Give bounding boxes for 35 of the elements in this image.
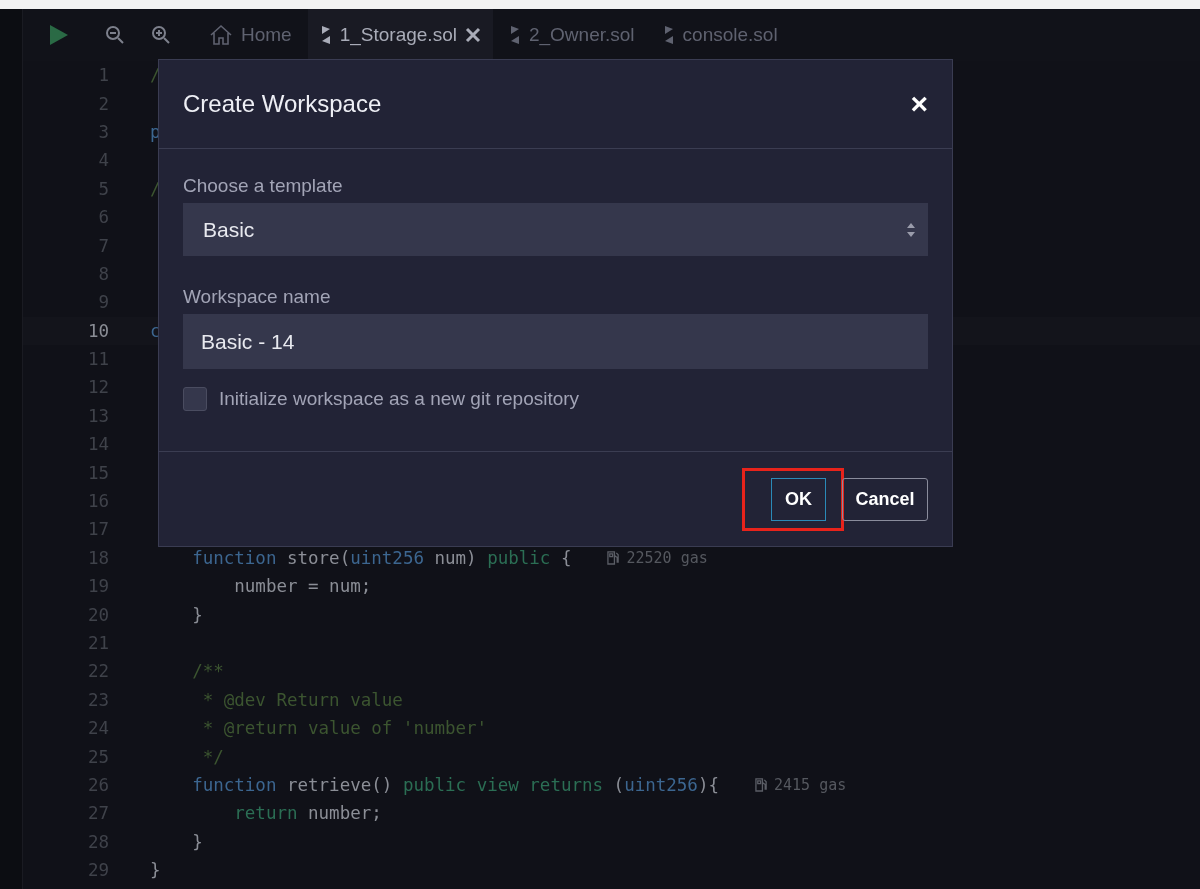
home-icon (209, 23, 233, 47)
code-line: function store(uint256 num) public { (191, 547, 572, 568)
checkbox[interactable] (183, 387, 207, 411)
gas-text: 22520 gas (626, 548, 708, 567)
line-number: 10 (86, 320, 109, 341)
code-line: } (150, 860, 161, 881)
code-line: } (191, 831, 203, 852)
template-select[interactable]: Basic (183, 203, 928, 256)
file-type-icon (662, 25, 675, 45)
code-line: } (191, 604, 203, 625)
workspace-name-field[interactable]: Basic - 14 (183, 314, 928, 369)
close-icon[interactable] (464, 27, 481, 43)
cancel-button[interactable]: Cancel (842, 477, 928, 521)
code-line: function retrieve() public view returns (uint256){ (191, 774, 719, 795)
fuel-pump-icon (607, 550, 621, 566)
play-icon[interactable] (49, 24, 69, 46)
checkbox-label: Initialize workspace as a new git repository (219, 388, 580, 410)
code-line: number = num; (233, 576, 372, 597)
field-label: Choose a template (183, 175, 344, 197)
close-button[interactable]: × (910, 89, 928, 119)
zoom-in-icon[interactable] (151, 25, 171, 45)
code-line: */ (201, 746, 224, 767)
file-type-icon (508, 25, 521, 45)
file-tab[interactable]: 1_Storage.sol (307, 9, 493, 61)
fuel-pump-icon (755, 777, 768, 793)
ok-button[interactable]: OK (771, 477, 826, 521)
code-line: * @return value of 'number' (201, 718, 488, 739)
gas-text: 2415 gas (774, 775, 847, 794)
zoom-out-icon[interactable] (105, 25, 125, 45)
code-line: /** (191, 661, 224, 682)
code-line: * @dev Return value (201, 689, 403, 710)
dialog-title: Create Workspace (183, 90, 382, 118)
file-type-icon (319, 25, 332, 45)
field-label: Workspace name (183, 286, 332, 308)
code-line: return number; (233, 803, 382, 824)
